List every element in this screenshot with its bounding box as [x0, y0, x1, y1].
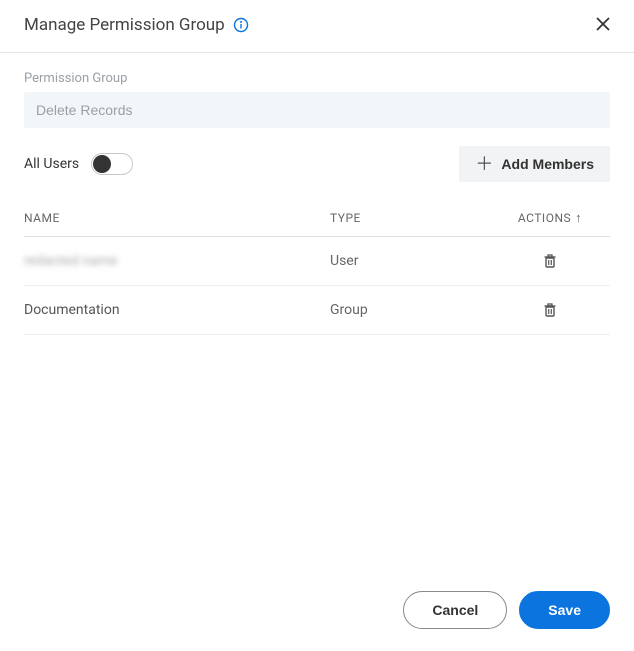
delete-member-button[interactable] — [538, 249, 562, 273]
add-members-button[interactable]: ＋ Add Members — [459, 146, 610, 182]
dialog-header: Manage Permission Group — [0, 0, 634, 53]
close-icon — [596, 15, 610, 35]
delete-member-button[interactable] — [538, 298, 562, 322]
cancel-button[interactable]: Cancel — [403, 591, 507, 629]
member-name: redacted name — [24, 253, 330, 269]
toggle-knob — [93, 155, 111, 173]
manage-permission-group-dialog: Manage Permission Group Permission Group — [0, 0, 634, 651]
trash-icon — [542, 253, 558, 269]
dialog-title: Manage Permission Group — [24, 15, 249, 35]
all-users-toggle[interactable] — [91, 153, 133, 175]
table-row: redacted name User — [24, 237, 610, 286]
member-name: Documentation — [24, 302, 330, 318]
plus-icon: ＋ — [475, 155, 493, 173]
dialog-body: Permission Group All Users ＋ Add Members… — [0, 53, 634, 335]
dialog-footer: Cancel Save — [0, 575, 634, 651]
toggle-row: All Users ＋ Add Members — [24, 146, 610, 182]
member-type: User — [330, 253, 490, 269]
permission-group-input — [24, 92, 610, 128]
all-users-label: All Users — [24, 156, 79, 172]
sort-arrow-icon: ↑ — [575, 210, 582, 226]
column-actions-label: ACTIONS — [518, 211, 571, 225]
dialog-title-text: Manage Permission Group — [24, 15, 225, 35]
trash-icon — [542, 302, 558, 318]
column-actions[interactable]: ACTIONS ↑ — [490, 210, 610, 226]
close-button[interactable] — [592, 12, 614, 38]
column-name: NAME — [24, 211, 330, 225]
member-type: Group — [330, 302, 490, 318]
save-button[interactable]: Save — [519, 591, 610, 629]
column-type: TYPE — [330, 211, 490, 225]
info-icon[interactable] — [233, 17, 249, 33]
table-row: Documentation Group — [24, 286, 610, 335]
add-members-label: Add Members — [501, 156, 594, 172]
table-header: NAME TYPE ACTIONS ↑ — [24, 200, 610, 237]
permission-group-label: Permission Group — [24, 71, 610, 86]
members-table: NAME TYPE ACTIONS ↑ redacted name User — [24, 200, 610, 335]
